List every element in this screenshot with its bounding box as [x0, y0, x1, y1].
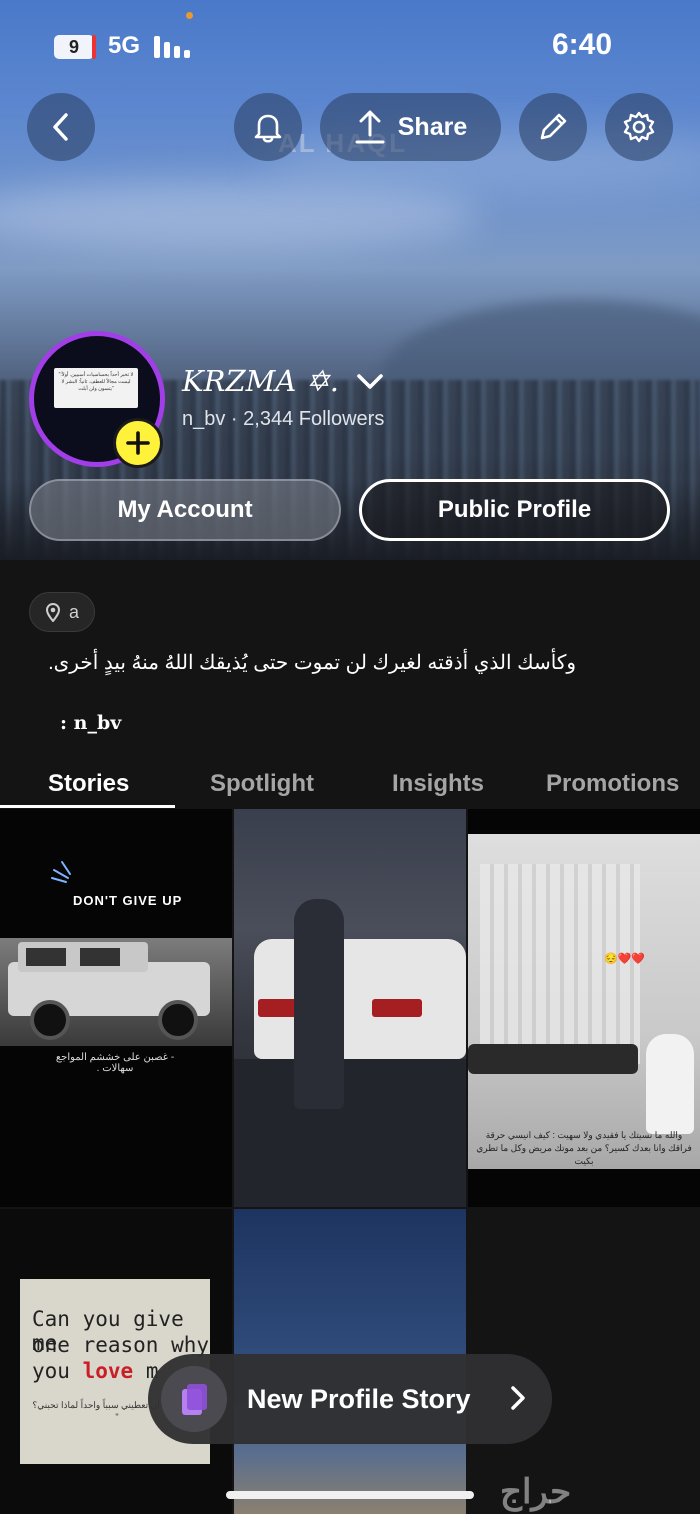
location-chip[interactable]: a [29, 592, 95, 632]
pencil-icon [540, 113, 567, 140]
plus-icon [126, 431, 150, 455]
story-stack-icon [182, 1384, 207, 1415]
mic-indicator [186, 12, 193, 19]
story-word-love: love [82, 1359, 134, 1383]
story-caption: - غصبن على خششم المواجع سهالات . [55, 1052, 175, 1074]
chevron-down-icon [357, 374, 383, 389]
home-indicator[interactable] [226, 1491, 474, 1499]
story-image-ground [234, 1059, 466, 1207]
display-name: KRZMA ✡︎. [182, 364, 340, 398]
tab-spotlight[interactable]: Spotlight [210, 770, 314, 798]
edit-button[interactable] [519, 93, 587, 161]
site-watermark: حراج [500, 1473, 572, 1511]
chevron-right-icon [511, 1386, 525, 1410]
username-followers: n_bv · 2,344 Followers [182, 408, 385, 430]
clock: 6:40 [552, 28, 613, 61]
story-caption: والله ما نسيتك يا فقيدي ولا سهيت : كيف ا… [476, 1130, 692, 1166]
back-icon [53, 113, 68, 141]
story-image-car [254, 939, 466, 1059]
tab-promotions[interactable]: Promotions [546, 770, 679, 798]
sim-indicator-mark [92, 35, 96, 59]
gear-icon [623, 111, 655, 143]
my-account-button[interactable]: My Account [29, 479, 341, 541]
back-button[interactable] [27, 93, 95, 161]
bell-icon [254, 114, 282, 143]
story-stack-icon-wrap [161, 1366, 227, 1432]
cloud-shape [0, 180, 480, 250]
story-image-person [294, 899, 344, 1109]
location-label: a [68, 601, 79, 622]
location-pin-icon [45, 602, 60, 622]
status-bar: 9 5G 6:40 [0, 0, 700, 90]
new-profile-story-button[interactable]: New Profile Story [148, 1354, 552, 1444]
story-image-room [468, 834, 700, 1169]
sparkle-icon [51, 861, 71, 883]
story-tile[interactable] [234, 809, 466, 1207]
story-line: you love m [32, 1359, 158, 1383]
public-profile-button[interactable]: Public Profile [359, 479, 670, 541]
avatar-quote-card: "لا تخبر أحداً بحساسيات أسبيين. أولاً: ل… [54, 368, 138, 408]
sim-indicator: 9 [54, 35, 94, 59]
story-line: one reason why [32, 1333, 210, 1357]
notifications-button[interactable] [234, 93, 302, 161]
tab-insights[interactable]: Insights [392, 770, 484, 798]
active-tab-indicator [0, 805, 175, 808]
story-title: DON'T GIVE UP [73, 893, 183, 908]
network-type: 5G [108, 32, 141, 59]
story-word: you [32, 1359, 70, 1383]
story-emojis: 😔❤️❤️ [604, 953, 646, 965]
tab-stories[interactable]: Stories [48, 770, 129, 798]
share-label: Share [397, 112, 468, 141]
account-switch-button[interactable] [356, 372, 384, 397]
story-tile[interactable]: والله ما نسيتك يا فقيدي ولا سهيت : كيف ا… [468, 809, 700, 1207]
add-story-button[interactable] [113, 418, 163, 468]
new-profile-story-label: New Profile Story [247, 1383, 471, 1414]
story-image-car [0, 938, 232, 1046]
share-button[interactable]: Share [320, 93, 501, 161]
bio-handle: : n_bv [60, 712, 122, 734]
settings-button[interactable] [605, 93, 673, 161]
share-icon [355, 110, 385, 144]
signal-icon [154, 36, 190, 58]
bio-text: وكأسك الذي أذقته لغيرك لن تموت حتى يُذيق… [48, 652, 576, 674]
